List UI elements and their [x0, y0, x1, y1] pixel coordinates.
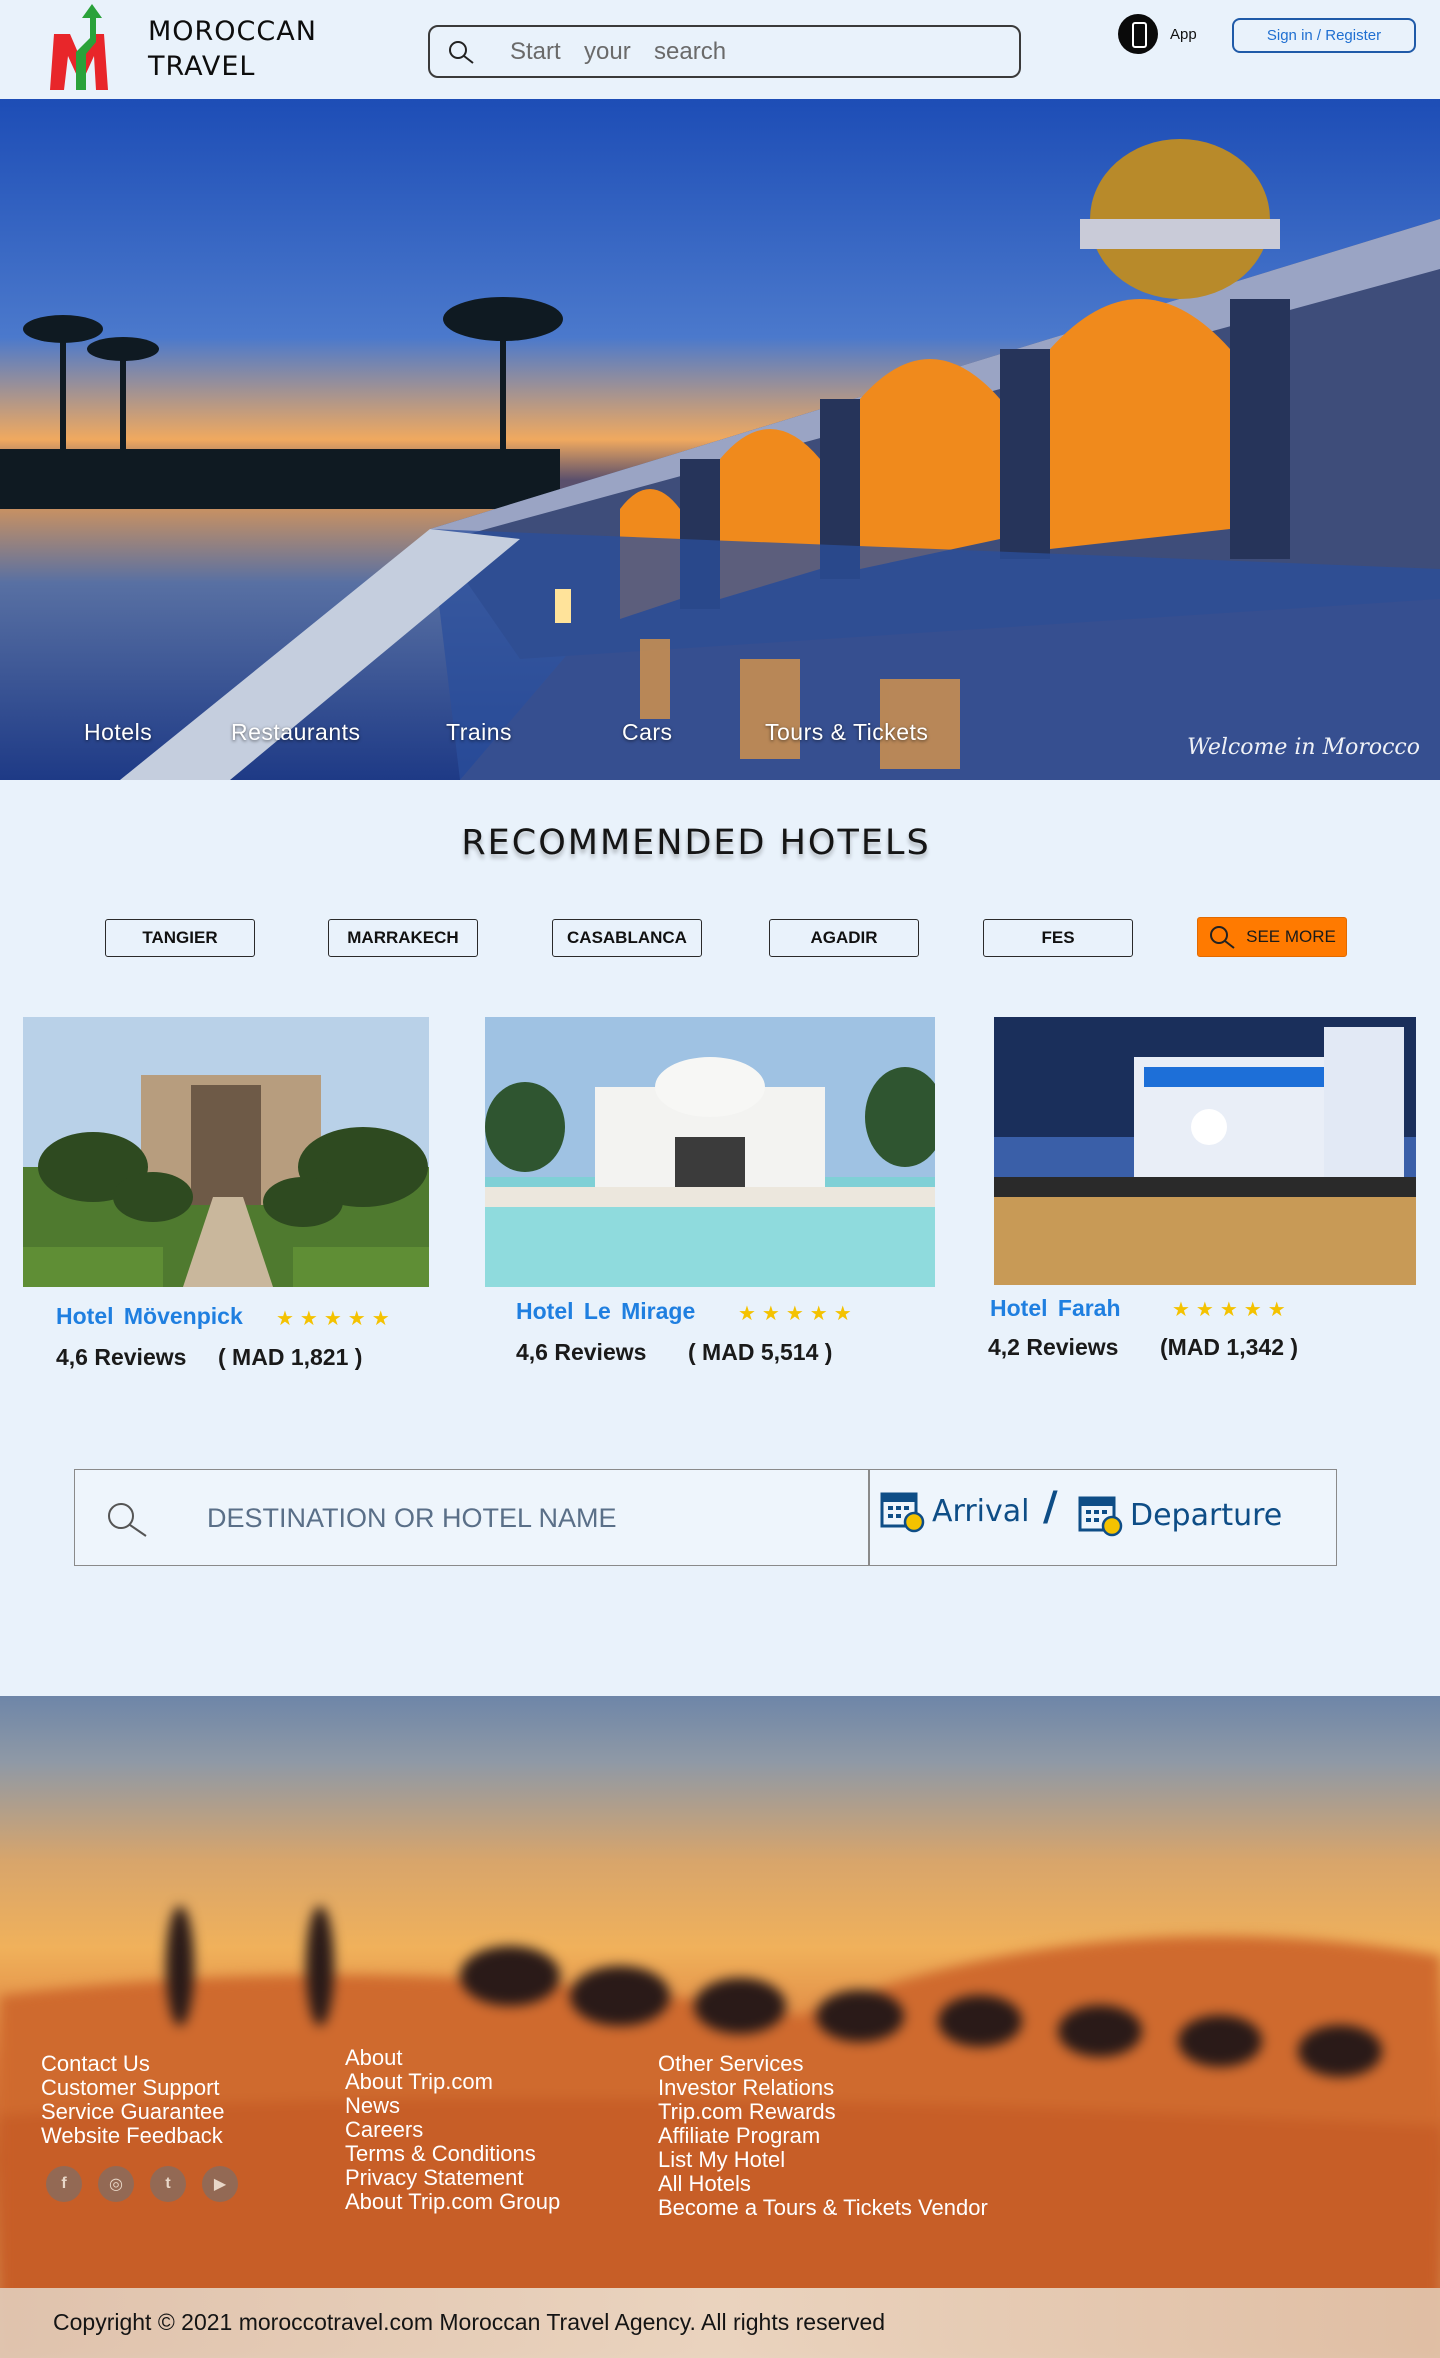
footer-link-careers[interactable]: Careers [345, 2118, 560, 2142]
city-casablanca-button[interactable]: CASABLANCA [552, 919, 702, 957]
brand-line-2: TRAVEL [148, 51, 256, 82]
footer-link-affiliate[interactable]: Affiliate Program [658, 2124, 988, 2148]
hotel-movenpick-price: ( MAD 1,821 ) [218, 1344, 363, 1370]
footer-background-image [0, 1906, 1440, 2358]
copyright-bar: Copyright © 2021 moroccotravel.com Moroc… [0, 2288, 1440, 2358]
hotel-movenpick-image [23, 1017, 429, 1287]
hotel-le-mirage-price: ( MAD 5,514 ) [688, 1339, 833, 1365]
see-more-label: SEE MORE [1246, 927, 1336, 946]
hotel-movenpick-reviews: 4,6 Reviews [56, 1344, 187, 1370]
hotel-farah-price: (MAD 1,342 ) [1160, 1334, 1299, 1360]
footer-link-contact-us[interactable]: Contact Us [41, 2052, 224, 2076]
arrival-date-picker[interactable]: Arrival [880, 1488, 1029, 1534]
copyright-text: Copyright © 2021 moroccotravel.com Moroc… [53, 2309, 886, 2335]
arrival-label: Arrival [932, 1493, 1030, 1529]
footer-link-list-hotel[interactable]: List My Hotel [658, 2148, 988, 2172]
city-fes-button[interactable]: FES [983, 919, 1133, 957]
header-search-input[interactable] [510, 35, 990, 69]
header-search-bar [428, 25, 1021, 78]
search-icon [1210, 926, 1235, 949]
hotel-farah-reviews: 4,2 Reviews [988, 1334, 1119, 1360]
instagram-icon[interactable]: ◎ [98, 2166, 134, 2202]
nav-trains[interactable]: Trains [446, 719, 512, 746]
see-more-button[interactable]: SEE MORE [1197, 917, 1347, 957]
hero-image [0, 99, 1440, 780]
nav-tours-tickets[interactable]: Tours & Tickets [765, 719, 928, 746]
brand-name[interactable]: MOROCCAN TRAVEL [148, 14, 317, 84]
site-header: MOROCCAN TRAVEL App Sign in / Register [0, 0, 1440, 99]
hotel-movenpick-name[interactable]: Hotel Mövenpick [56, 1303, 243, 1330]
hotel-farah-name[interactable]: Hotel Farah [990, 1295, 1121, 1322]
hero-banner: Hotels Restaurants Trains Cars Tours & T… [0, 99, 1440, 780]
hero-tagline: Welcome in Morocco [1187, 735, 1420, 760]
hotel-le-mirage-photo[interactable] [485, 1017, 935, 1287]
city-agadir-button[interactable]: AGADIR [769, 919, 919, 957]
footer-col-about: About About Trip.com News Careers Terms … [345, 2046, 560, 2214]
site-footer [0, 1696, 1440, 2358]
footer-link-about-trip[interactable]: About Trip.com [345, 2070, 560, 2094]
calendar-icon [880, 1492, 925, 1533]
nav-hotels[interactable]: Hotels [84, 719, 152, 746]
city-marrakech-button[interactable]: MARRAKECH [328, 919, 478, 957]
footer-link-privacy[interactable]: Privacy Statement [345, 2166, 560, 2190]
footer-link-investor-relations[interactable]: Investor Relations [658, 2076, 988, 2100]
phone-icon [1118, 14, 1158, 54]
app-label: App [1170, 25, 1197, 43]
youtube-icon[interactable]: ▶ [202, 2166, 238, 2202]
footer-link-website-feedback[interactable]: Website Feedback [41, 2124, 224, 2148]
hotel-movenpick-photo[interactable] [23, 1017, 429, 1287]
footer-col-services: Other Services Investor Relations Trip.c… [658, 2052, 988, 2220]
footer-link-all-hotels[interactable]: All Hotels [658, 2172, 988, 2196]
city-tangier-button[interactable]: TANGIER [105, 919, 255, 957]
booking-divider [868, 1470, 870, 1565]
date-separator: / [1043, 1484, 1058, 1530]
footer-link-trip-group[interactable]: About Trip.com Group [345, 2190, 560, 2214]
departure-label: Departure [1130, 1497, 1283, 1533]
app-link[interactable]: App [1118, 14, 1197, 54]
facebook-icon[interactable]: f [46, 2166, 82, 2202]
search-icon [108, 1503, 147, 1537]
destination-input[interactable] [207, 1498, 807, 1538]
brand-line-1: MOROCCAN [148, 16, 317, 47]
search-icon[interactable] [446, 38, 476, 68]
hotel-le-mirage-stars: ★★★★★ [738, 1303, 858, 1325]
booking-search-bar: Arrival / Departure [74, 1469, 1337, 1566]
hotel-farah-photo[interactable] [994, 1017, 1416, 1285]
footer-link-service-guarantee[interactable]: Service Guarantee [41, 2100, 224, 2124]
footer-link-other-services[interactable]: Other Services [658, 2052, 988, 2076]
calendar-icon [1078, 1496, 1123, 1537]
nav-cars[interactable]: Cars [622, 719, 673, 746]
social-links: f ◎ t ▶ [46, 2166, 238, 2202]
hotel-farah-stars: ★★★★★ [1172, 1299, 1292, 1321]
recommended-title: RECOMMENDED HOTELS [461, 823, 931, 863]
twitter-icon[interactable]: t [150, 2166, 186, 2202]
footer-link-terms[interactable]: Terms & Conditions [345, 2142, 560, 2166]
footer-link-customer-support[interactable]: Customer Support [41, 2076, 224, 2100]
footer-col-support: Contact Us Customer Support Service Guar… [41, 2052, 224, 2148]
footer-link-rewards[interactable]: Trip.com Rewards [658, 2100, 988, 2124]
logo-icon[interactable] [46, 4, 126, 94]
hotel-farah-image [994, 1017, 1416, 1285]
departure-date-picker[interactable]: Departure [1078, 1492, 1282, 1538]
signin-register-button[interactable]: Sign in / Register [1232, 18, 1416, 53]
hotel-le-mirage-name[interactable]: Hotel Le Mirage [516, 1298, 695, 1325]
footer-link-vendor[interactable]: Become a Tours & Tickets Vendor [658, 2196, 988, 2220]
footer-link-news[interactable]: News [345, 2094, 560, 2118]
hotel-le-mirage-reviews: 4,6 Reviews [516, 1339, 647, 1365]
footer-link-about[interactable]: About [345, 2046, 560, 2070]
nav-restaurants[interactable]: Restaurants [231, 719, 361, 746]
hotel-le-mirage-image [485, 1017, 935, 1287]
hotel-movenpick-stars: ★★★★★ [276, 1308, 396, 1330]
